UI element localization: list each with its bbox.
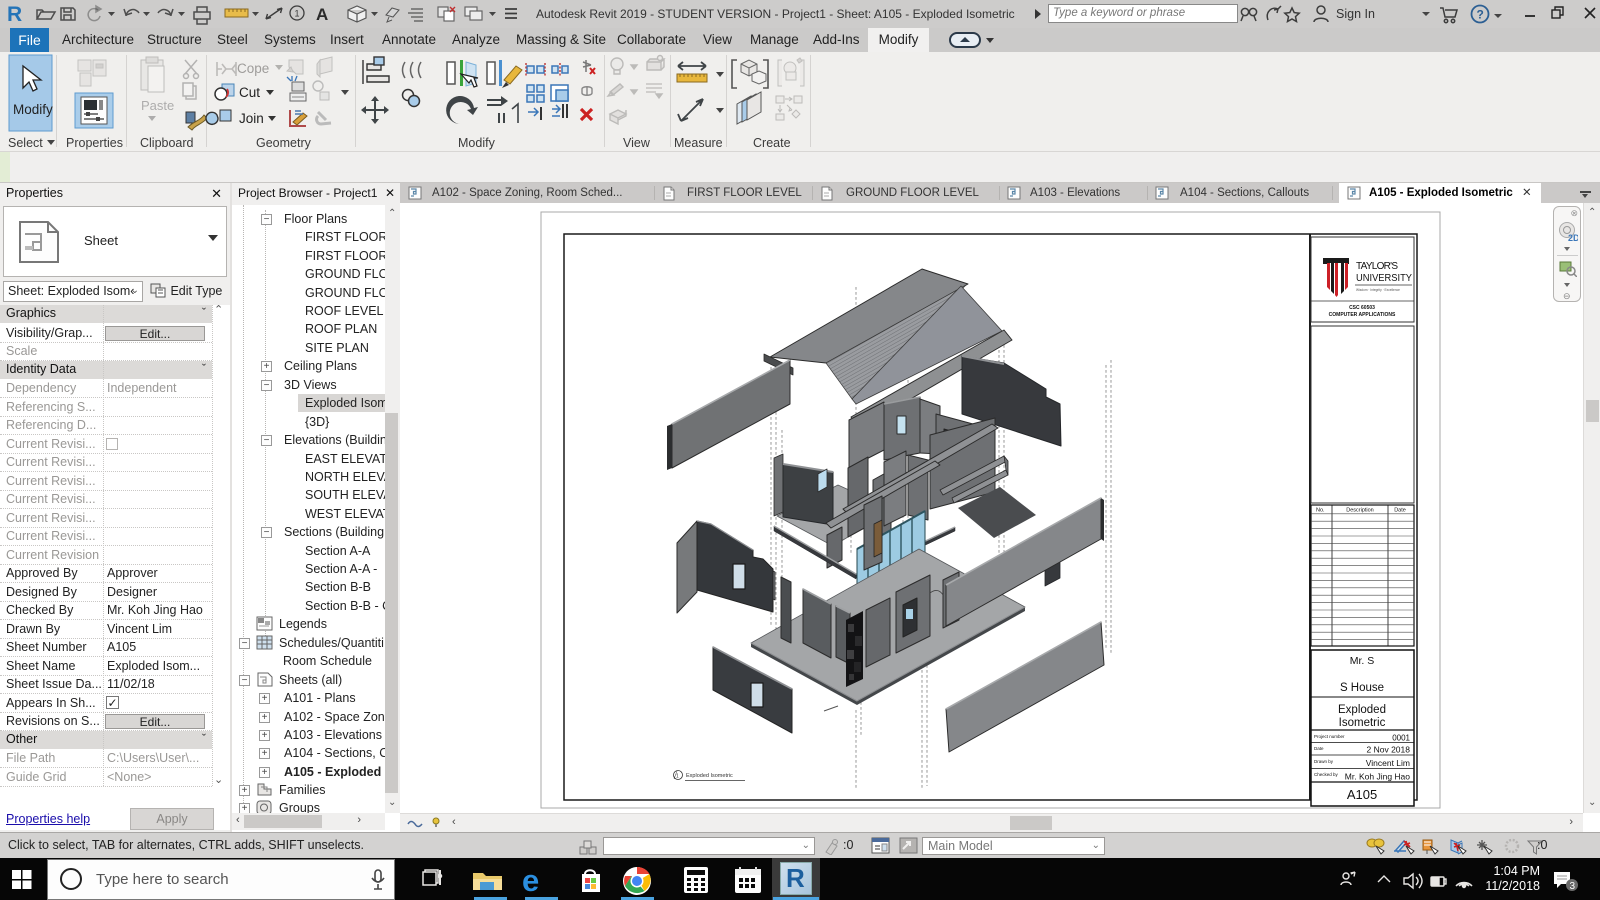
svg-text:Create: Create bbox=[753, 136, 791, 150]
svg-text:Modify: Modify bbox=[13, 102, 53, 117]
svg-text:Sign In: Sign In bbox=[1336, 7, 1375, 21]
svg-text:S House: S House bbox=[1340, 682, 1384, 694]
svg-text:Project number: Project number bbox=[1314, 734, 1345, 739]
svg-text:Select: Select bbox=[8, 136, 43, 150]
svg-text:Mr. Koh Jing Hao: Mr. Koh Jing Hao bbox=[1345, 772, 1410, 782]
svg-text:?: ? bbox=[1477, 8, 1484, 22]
svg-text:Cut: Cut bbox=[239, 85, 260, 100]
svg-text:Isometric: Isometric bbox=[1339, 717, 1386, 729]
svg-text:Description: Description bbox=[1346, 508, 1374, 514]
svg-text:2D: 2D bbox=[1568, 233, 1578, 243]
svg-text:2 Nov 2018: 2 Nov 2018 bbox=[1367, 745, 1411, 755]
svg-text:Checked by: Checked by bbox=[1314, 772, 1339, 777]
svg-text:Join: Join bbox=[239, 111, 264, 126]
svg-text:Properties: Properties bbox=[66, 136, 123, 150]
svg-text:1: 1 bbox=[295, 9, 300, 19]
svg-text:R: R bbox=[7, 3, 22, 26]
svg-text:Clipboard: Clipboard bbox=[140, 136, 194, 150]
svg-text:Measure: Measure bbox=[674, 136, 723, 150]
svg-text:TAYLOR'S: TAYLOR'S bbox=[1356, 261, 1398, 272]
svg-text:Drawn by: Drawn by bbox=[1314, 759, 1334, 764]
svg-text:Exploded Isometric: Exploded Isometric bbox=[686, 773, 733, 779]
svg-text:Date: Date bbox=[1394, 508, 1406, 514]
svg-text:A105: A105 bbox=[1347, 787, 1377, 802]
svg-text:CSC 60503: CSC 60503 bbox=[1349, 305, 1375, 311]
svg-text:Paste: Paste bbox=[141, 98, 174, 113]
svg-text:Date: Date bbox=[1314, 746, 1324, 751]
svg-text:0001: 0001 bbox=[1392, 734, 1410, 743]
svg-text:UNIVERSITY: UNIVERSITY bbox=[1356, 273, 1412, 284]
svg-text:1: 1 bbox=[676, 774, 679, 780]
svg-text:3: 3 bbox=[1570, 881, 1576, 892]
svg-text:View: View bbox=[623, 136, 651, 150]
svg-text:e: e bbox=[522, 864, 539, 896]
svg-text:Modify: Modify bbox=[458, 136, 496, 150]
svg-text:No.: No. bbox=[1316, 508, 1325, 514]
svg-text:Vincent Lim: Vincent Lim bbox=[1366, 758, 1410, 768]
svg-text:A: A bbox=[316, 5, 328, 24]
svg-text:Mr. S: Mr. S bbox=[1350, 655, 1375, 667]
svg-text:Exploded: Exploded bbox=[1338, 704, 1386, 716]
svg-text:Wisdom · Integrity · Excellenc: Wisdom · Integrity · Excellence bbox=[1356, 288, 1400, 292]
svg-text:COMPUTER APPLICATIONS: COMPUTER APPLICATIONS bbox=[1329, 312, 1396, 318]
svg-text:Geometry: Geometry bbox=[256, 136, 312, 150]
svg-text:Cope: Cope bbox=[237, 61, 269, 76]
